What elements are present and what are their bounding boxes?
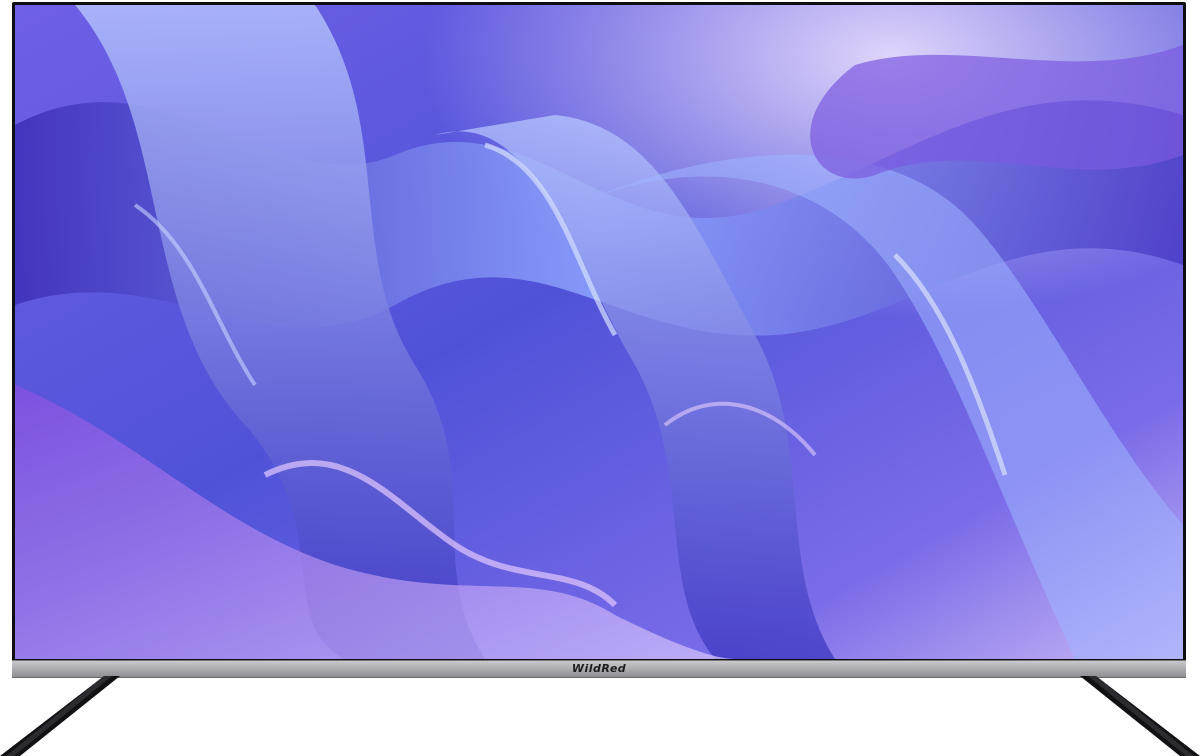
tv-screen [15,5,1183,659]
tv-stand-leg-left [0,676,120,756]
abstract-wave-wallpaper [15,5,1183,659]
tv-bottom-bezel: WildRed [12,660,1186,678]
television: WildRed [0,0,1200,756]
tv-stand-leg-right [1080,676,1200,756]
brand-logo: WildRed [571,662,627,675]
